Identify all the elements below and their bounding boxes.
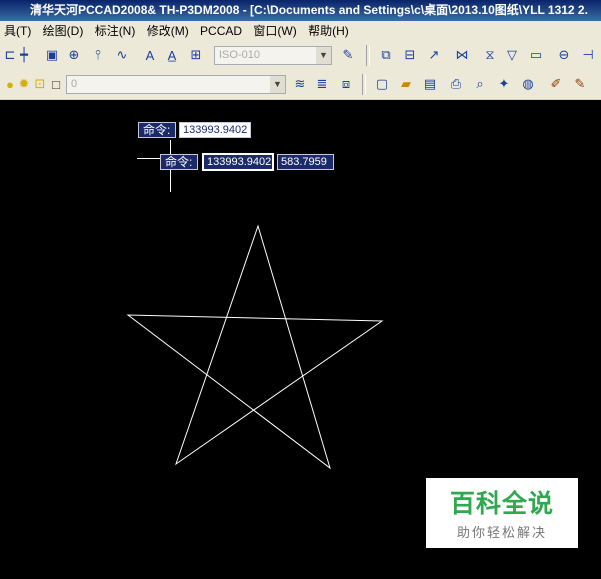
command-label: 命令:: [138, 122, 176, 138]
block-tool-icon[interactable]: ▣: [42, 45, 62, 65]
open-file-icon[interactable]: ▰: [396, 74, 416, 94]
insert-block-icon[interactable]: ⧉: [376, 45, 396, 65]
menu-item-pccad[interactable]: PCCAD: [196, 21, 246, 41]
preview-icon[interactable]: ⌕: [470, 74, 490, 94]
star-shape[interactable]: [126, 224, 384, 470]
command-label: 命令:: [160, 154, 198, 170]
surface-symbol-icon[interactable]: ∿: [112, 45, 132, 65]
menu-item-dimension[interactable]: 标注(N): [91, 21, 140, 41]
brush-icon[interactable]: ✐: [546, 74, 566, 94]
dimension-style-combo[interactable]: ISO-010 ▼: [214, 46, 332, 65]
hatch-icon[interactable]: ⋈: [452, 45, 472, 65]
datum-icon[interactable]: ⊣: [578, 45, 598, 65]
dimension-box-icon[interactable]: ▭: [526, 45, 546, 65]
crosshair-cursor: [137, 158, 162, 159]
axis-tool-icon[interactable]: ┿: [14, 45, 34, 65]
color-swatch-icon[interactable]: □: [46, 74, 66, 94]
window-title: 清华天河PCCAD2008& TH-P3DM2008 - [C:\Documen…: [30, 3, 588, 17]
funnel-icon[interactable]: ▽: [502, 45, 522, 65]
toolbar-layers: ● ✹ ⊡ □ 0 ▼ ≋ ≣ ⧈ ▢ ▰ ▤ ⎙ ⌕ ✦ ◍ ✐ ✎: [0, 70, 601, 100]
menu-bar: 具(T) 绘图(D) 标注(N) 修改(M) PCCAD 窗口(W) 帮助(H): [0, 21, 601, 41]
attribute-icon[interactable]: ⊟: [400, 45, 420, 65]
text-style-icon[interactable]: A: [140, 45, 160, 65]
menu-item-help[interactable]: 帮助(H): [304, 21, 353, 41]
publish-icon[interactable]: ✦: [494, 74, 514, 94]
chevron-down-icon[interactable]: ▼: [316, 47, 331, 64]
dimension-style-value: ISO-010: [219, 49, 260, 61]
layer-value: 0: [71, 78, 78, 90]
menu-item-draw[interactable]: 绘图(D): [39, 21, 88, 41]
command-value-input[interactable]: 133993.9402: [179, 122, 251, 138]
new-file-icon[interactable]: ▢: [372, 74, 392, 94]
menu-item-modify[interactable]: 修改(M): [143, 21, 193, 41]
leader-icon[interactable]: ↗: [424, 45, 444, 65]
menu-item-tools[interactable]: 具(T): [0, 21, 35, 41]
circle-center-icon[interactable]: ⊕: [64, 45, 84, 65]
toolbar-separator: [362, 74, 366, 95]
print-icon[interactable]: ⎙: [446, 74, 466, 94]
watermark-subtitle: 助你轻松解决: [456, 525, 547, 540]
layer-combo[interactable]: 0 ▼: [66, 75, 286, 94]
tolerance-icon[interactable]: ⊖: [554, 45, 574, 65]
layer-properties-icon[interactable]: ≣: [312, 74, 332, 94]
toolbar-separator: [366, 45, 370, 66]
pen-edit-icon[interactable]: ✎: [338, 45, 358, 65]
layer-manager-icon[interactable]: ⧈: [336, 74, 356, 94]
view-icon[interactable]: ⧖: [480, 45, 500, 65]
toolbar-drawing: ⊏ ┿ ▣ ⊕ ⫯ ∿ A A̲ ⊞ ISO-010 ▼ ✎ ⧉ ⊟ ↗ ⋈ ⧖…: [0, 41, 601, 71]
save-icon[interactable]: ▤: [420, 74, 440, 94]
match-properties-icon[interactable]: ✎: [570, 74, 590, 94]
layer-stack-icon[interactable]: ≋: [290, 74, 310, 94]
distance-value-input[interactable]: 583.7959: [277, 154, 334, 170]
globe-icon[interactable]: ◍: [518, 74, 538, 94]
window-title-bar: 清华天河PCCAD2008& TH-P3DM2008 - [C:\Documen…: [0, 0, 601, 21]
table-tool-icon[interactable]: ⊞: [186, 45, 206, 65]
watermark-logo: 百科全说 助你轻松解决: [426, 478, 578, 548]
command-value-input-selected[interactable]: 133993.9402: [202, 153, 274, 171]
weld-symbol-icon[interactable]: ⫯: [88, 45, 108, 65]
chevron-down-icon[interactable]: ▼: [270, 76, 285, 93]
text-edit-icon[interactable]: A̲: [162, 45, 182, 65]
watermark-title: 百科全说: [449, 490, 554, 518]
menu-item-window[interactable]: 窗口(W): [249, 21, 300, 41]
